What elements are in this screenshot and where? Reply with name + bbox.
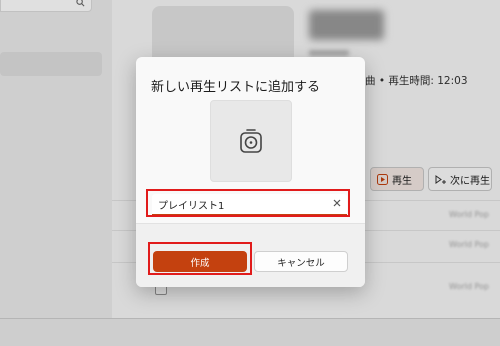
playlist-thumbnail[interactable] — [210, 100, 292, 182]
playlist-name-input[interactable] — [152, 194, 347, 216]
dialog-footer: 作成 キャンセル — [136, 223, 365, 287]
dialog-title: 新しい再生リストに追加する — [151, 80, 321, 95]
clear-icon[interactable] — [333, 199, 341, 207]
new-playlist-dialog: 新しい再生リストに追加する 作成 キャンセル — [136, 57, 365, 287]
playlist-thumbnail-icon — [240, 129, 262, 153]
cancel-button[interactable]: キャンセル — [254, 251, 348, 272]
create-button[interactable]: 作成 — [153, 251, 247, 272]
